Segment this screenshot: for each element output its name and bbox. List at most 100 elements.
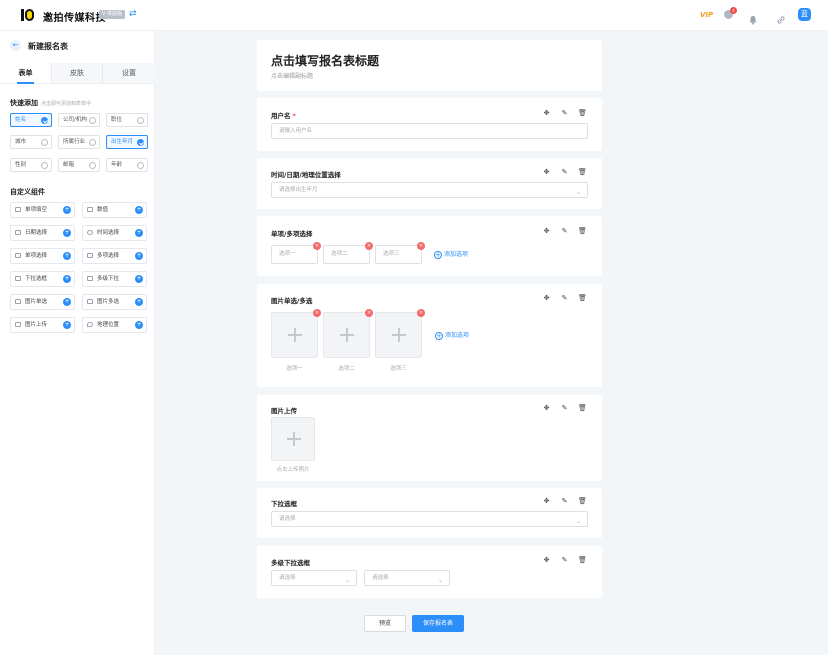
field-card-image-upload[interactable]: 图片上传 ✥ ✎ 🗑 点击上传照片 bbox=[257, 395, 602, 481]
preview-button[interactable]: 预览 bbox=[364, 615, 406, 632]
add-icon: + bbox=[63, 206, 71, 214]
delete-icon[interactable]: 🗑 bbox=[578, 404, 587, 413]
tab-skin[interactable]: 皮肤 bbox=[51, 63, 102, 83]
quick-add-hint: 点击即可添加到表单中 bbox=[41, 101, 92, 107]
username-input[interactable]: 请输入用户名 bbox=[271, 123, 588, 139]
component-date[interactable]: 日期选择 + bbox=[10, 225, 75, 241]
back-icon[interactable]: ← bbox=[10, 40, 21, 51]
component-single-fill[interactable]: 单项填空 + bbox=[10, 202, 75, 218]
move-icon[interactable]: ✥ bbox=[542, 497, 551, 506]
upload-icon bbox=[15, 322, 21, 327]
component-location[interactable]: 地理位置 + bbox=[82, 317, 147, 333]
field-card-dropdown[interactable]: 下拉选框 ✥ ✎ 🗑 请选择 ⌄ bbox=[257, 488, 602, 538]
birth-date-select[interactable]: 请选择出生年月 ⌄ bbox=[271, 182, 588, 198]
radio-icon bbox=[137, 139, 144, 146]
component-dropdown[interactable]: 下拉选框 + bbox=[10, 271, 75, 287]
option-input[interactable]: 选项二 × bbox=[323, 242, 373, 264]
tab-form[interactable]: 表单 bbox=[0, 63, 51, 84]
clock-icon bbox=[87, 230, 93, 235]
move-icon[interactable]: ✥ bbox=[542, 556, 551, 565]
remove-icon[interactable]: × bbox=[365, 309, 373, 317]
plus-icon bbox=[340, 328, 354, 342]
message-icon[interactable]: 4 bbox=[724, 7, 737, 20]
delete-icon[interactable]: 🗑 bbox=[578, 556, 587, 565]
vip-icon[interactable]: VIP bbox=[700, 11, 713, 19]
move-icon[interactable]: ✥ bbox=[542, 404, 551, 413]
edit-icon[interactable]: ✎ bbox=[560, 556, 569, 565]
move-icon[interactable]: ✥ bbox=[542, 227, 551, 236]
edit-icon[interactable]: ✎ bbox=[560, 404, 569, 413]
image-option[interactable]: × bbox=[375, 309, 425, 358]
quick-chip-position[interactable]: 职位 bbox=[106, 113, 148, 127]
sidebar-tabs: 表单 皮肤 设置 bbox=[0, 63, 155, 84]
link-icon[interactable] bbox=[776, 10, 786, 24]
edit-icon[interactable]: ✎ bbox=[560, 497, 569, 506]
delete-icon[interactable]: 🗑 bbox=[578, 227, 587, 236]
move-icon[interactable]: ✥ bbox=[542, 294, 551, 303]
component-image-multi[interactable]: 图片多选 + bbox=[82, 294, 147, 310]
user-avatar[interactable]: 蓝 bbox=[798, 8, 811, 21]
add-option-button[interactable]: + 添加选项 bbox=[434, 250, 468, 259]
component-number[interactable]: 数值 + bbox=[82, 202, 147, 218]
component-multi-dropdown[interactable]: 多级下拉 + bbox=[82, 271, 147, 287]
quick-chip-birth[interactable]: 出生年月 bbox=[106, 135, 148, 149]
quick-chip-email[interactable]: 邮箱 bbox=[58, 158, 100, 172]
component-time[interactable]: 时间选择 + bbox=[82, 225, 147, 241]
switch-icon[interactable]: ⇄ bbox=[129, 9, 137, 19]
quick-chip-company[interactable]: 公司/机构 bbox=[58, 113, 100, 127]
tab-settings[interactable]: 设置 bbox=[102, 63, 155, 83]
component-image-single[interactable]: 图片单选 + bbox=[10, 294, 75, 310]
delete-icon[interactable]: 🗑 bbox=[578, 109, 587, 118]
field-card-image-choice[interactable]: 图片单选/多选 ✥ ✎ 🗑 × × × 选项一 选项二 选项三 + 添加选项 bbox=[257, 284, 602, 387]
remove-icon[interactable]: × bbox=[313, 309, 321, 317]
move-icon[interactable]: ✥ bbox=[542, 168, 551, 177]
option-input[interactable]: 选项一 × bbox=[271, 242, 321, 264]
form-title-card[interactable]: 点击填写报名表标题 点击编辑副标题 bbox=[257, 40, 602, 91]
quick-chip-age[interactable]: 年龄 bbox=[106, 158, 148, 172]
component-multi-choice[interactable]: 多项选择 + bbox=[82, 248, 147, 264]
edit-icon[interactable]: ✎ bbox=[560, 168, 569, 177]
save-form-button[interactable]: 保存报名表 bbox=[412, 615, 464, 632]
radio-icon bbox=[137, 117, 144, 124]
image-option-label[interactable]: 选项二 bbox=[323, 364, 370, 372]
form-subtitle[interactable]: 点击编辑副标题 bbox=[271, 71, 313, 80]
quick-chip-gender[interactable]: 性别 bbox=[10, 158, 52, 172]
field-card-datetime[interactable]: 时间/日期/地理位置选择 ✥ ✎ 🗑 请选择出生年月 ⌄ bbox=[257, 158, 602, 209]
image-option-label[interactable]: 选项三 bbox=[375, 364, 422, 372]
page-title: 新建报名表 bbox=[28, 42, 68, 51]
bell-icon[interactable] bbox=[748, 10, 758, 25]
image-option[interactable]: × bbox=[271, 309, 321, 358]
level1-select[interactable]: 请选择 ⌄ bbox=[271, 570, 357, 586]
delete-icon[interactable]: 🗑 bbox=[578, 294, 587, 303]
component-single-choice[interactable]: 单项选择 + bbox=[10, 248, 75, 264]
dropdown-select[interactable]: 请选择 ⌄ bbox=[271, 511, 588, 527]
edit-icon[interactable]: ✎ bbox=[560, 227, 569, 236]
move-icon[interactable]: ✥ bbox=[542, 109, 551, 118]
form-title[interactable]: 点击填写报名表标题 bbox=[271, 52, 379, 69]
option-input[interactable]: 选项三 × bbox=[375, 242, 425, 264]
editor-sidebar: ← 新建报名表 表单 皮肤 设置 快速添加 点击即可添加到表单中 姓名 公司/机构… bbox=[0, 31, 155, 655]
upload-image-box[interactable] bbox=[271, 417, 315, 461]
remove-icon[interactable]: × bbox=[365, 242, 373, 250]
field-card-choice[interactable]: 单项/多项选择 ✥ ✎ 🗑 选项一 × 选项二 × 选项三 × + 添加选项 bbox=[257, 216, 602, 276]
delete-icon[interactable]: 🗑 bbox=[578, 497, 587, 506]
quick-chip-city[interactable]: 城市 bbox=[10, 135, 52, 149]
field-card-username[interactable]: 用户名 * ✥ ✎ 🗑 请输入用户名 bbox=[257, 98, 602, 151]
delete-icon[interactable]: 🗑 bbox=[578, 168, 587, 177]
add-option-button[interactable]: + 添加选项 bbox=[435, 331, 469, 340]
image-option[interactable]: × bbox=[323, 309, 373, 358]
radio-icon bbox=[89, 162, 96, 169]
remove-icon[interactable]: × bbox=[313, 242, 321, 250]
level2-select[interactable]: 请选择 ⌄ bbox=[364, 570, 450, 586]
dropdown-icon bbox=[15, 276, 21, 281]
field-card-multi-dropdown[interactable]: 多级下拉选框 ✥ ✎ 🗑 请选择 ⌄ 请选择 ⌄ bbox=[257, 546, 602, 598]
add-icon: + bbox=[63, 229, 71, 237]
remove-icon[interactable]: × bbox=[417, 242, 425, 250]
image-option-label[interactable]: 选项一 bbox=[271, 364, 318, 372]
edit-icon[interactable]: ✎ bbox=[560, 294, 569, 303]
quick-chip-industry[interactable]: 所属行业 bbox=[58, 135, 100, 149]
quick-chip-name[interactable]: 姓名 bbox=[10, 113, 52, 127]
remove-icon[interactable]: × bbox=[417, 309, 425, 317]
edit-icon[interactable]: ✎ bbox=[560, 109, 569, 118]
component-image-upload[interactable]: 图片上传 + bbox=[10, 317, 75, 333]
